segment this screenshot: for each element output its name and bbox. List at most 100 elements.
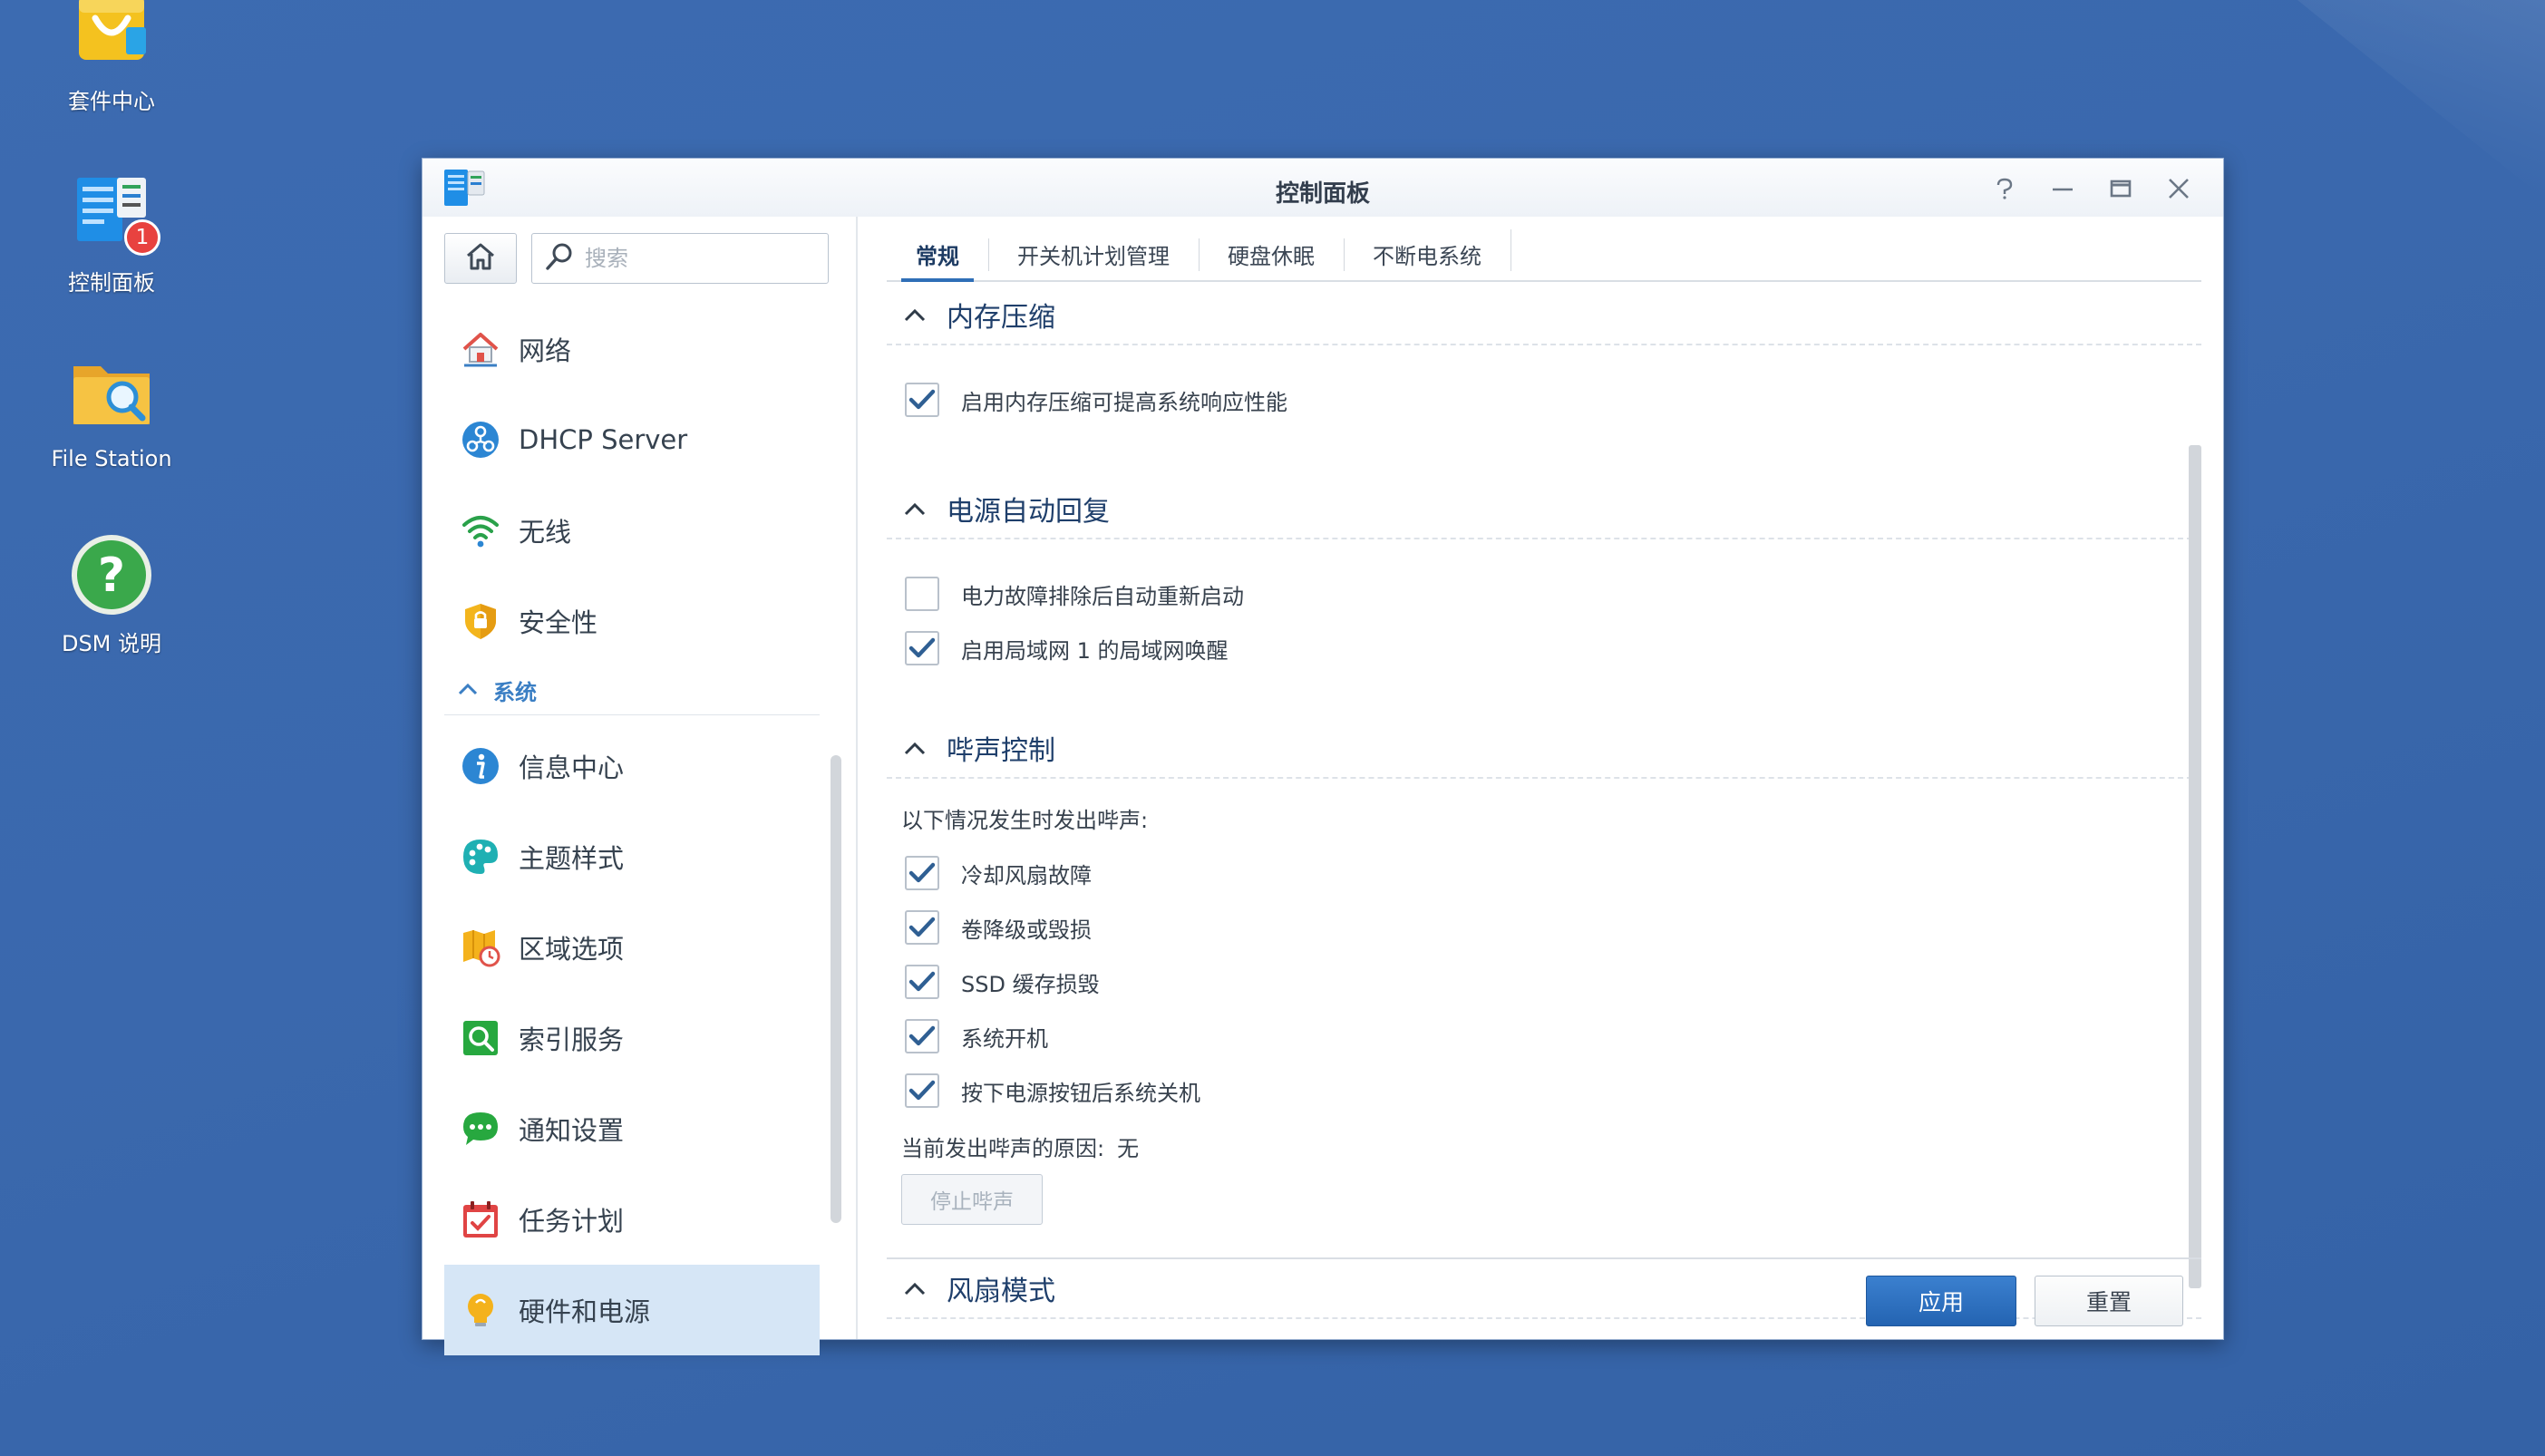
search-icon — [545, 242, 574, 275]
help-icon[interactable] — [1987, 171, 2022, 206]
stop-beep-button[interactable]: 停止哔声 — [901, 1174, 1043, 1225]
settings-content: 内存压缩 启用内存压缩可提高系统响应性能 电源自动回复 电力故障排除后自动重新启… — [887, 286, 2201, 1326]
sidebar-item-network[interactable]: 网络 — [444, 304, 820, 394]
search-input[interactable] — [585, 246, 811, 271]
checkbox-unchecked[interactable] — [905, 577, 939, 611]
sidebar-item-hardware-power[interactable]: 硬件和电源 — [444, 1265, 820, 1355]
option-auto-restart-after-power-failure[interactable]: 电力故障排除后自动重新启动 — [887, 567, 2201, 621]
checkbox-checked[interactable] — [905, 910, 939, 945]
notification-icon — [461, 1109, 500, 1149]
tab-general[interactable]: 常规 — [887, 228, 988, 282]
window-titlebar[interactable]: 控制面板 — [423, 159, 2223, 217]
main-panel: 常规 开关机计划管理 硬盘休眠 不断电系统 内存压缩 启用内存压缩可提高系统响应… — [858, 217, 2223, 1339]
search-box[interactable] — [531, 233, 829, 284]
section-header-power-recovery[interactable]: 电源自动回复 — [887, 480, 2201, 539]
beep-intro-text: 以下情况发生时发出哔声: — [901, 807, 1149, 833]
reset-button[interactable]: 重置 — [2035, 1276, 2183, 1326]
sidebar-item-label: 区域选项 — [519, 934, 625, 965]
option-label: 系统开机 — [961, 1025, 1048, 1052]
tab-bar: 常规 开关机计划管理 硬盘休眠 不断电系统 — [887, 217, 2201, 282]
option-label: 按下电源按钮后系统关机 — [961, 1080, 1200, 1106]
tab-power-schedule[interactable]: 开关机计划管理 — [988, 228, 1199, 280]
theme-palette-icon — [461, 837, 500, 877]
sidebar-item-notification[interactable]: 通知设置 — [444, 1083, 820, 1174]
apply-button[interactable]: 应用 — [1866, 1276, 2016, 1326]
option-wake-on-lan[interactable]: 启用局域网 1 的局域网唤醒 — [887, 621, 2201, 675]
chevron-up-icon — [903, 303, 927, 326]
section-title: 内存压缩 — [947, 302, 1055, 334]
beep-reason-value: 无 — [1117, 1135, 1140, 1161]
sidebar-item-label: 无线 — [519, 517, 572, 548]
chevron-up-icon — [903, 736, 927, 760]
option-label: 启用内存压缩可提高系统响应性能 — [961, 389, 1287, 415]
sidebar-item-info-center[interactable]: 信息中心 — [444, 721, 820, 811]
regional-options-icon — [461, 927, 500, 967]
desktop-icon-label: File Station — [51, 446, 172, 471]
control-panel-icon: 1 — [66, 172, 160, 259]
sidebar-item-wireless[interactable]: 无线 — [444, 485, 820, 576]
option-beep-fan-failure[interactable]: 冷却风扇故障 — [887, 846, 2201, 900]
option-memory-compression[interactable]: 启用内存压缩可提高系统响应性能 — [887, 373, 2201, 427]
sidebar: 网络 DHCP Server 无线 安全性 — [423, 217, 856, 1355]
desktop-icon-dsm-help[interactable]: ? DSM 说明 — [27, 533, 196, 657]
sidebar-item-label: DHCP Server — [519, 424, 688, 455]
section-header-memory-compression[interactable]: 内存压缩 — [887, 286, 2201, 345]
minimize-icon[interactable] — [2045, 171, 2080, 206]
checkbox-checked[interactable] — [905, 383, 939, 417]
content-scrollbar[interactable] — [2189, 445, 2201, 1288]
window-footer: 应用 重置 — [887, 1257, 2201, 1339]
chevron-up-icon — [457, 678, 479, 704]
network-icon — [461, 329, 500, 369]
window-title: 控制面板 — [1275, 180, 1370, 208]
option-beep-power-button-shutdown[interactable]: 按下电源按钮后系统关机 — [887, 1063, 2201, 1118]
maximize-icon[interactable] — [2103, 171, 2138, 206]
section-header-beep-control[interactable]: 哔声控制 — [887, 719, 2201, 779]
checkbox-checked[interactable] — [905, 856, 939, 890]
notification-badge: 1 — [124, 219, 160, 256]
option-beep-volume-degraded[interactable]: 卷降级或毁损 — [887, 900, 2201, 955]
sidebar-item-label: 信息中心 — [519, 752, 625, 783]
sidebar-item-label: 主题样式 — [519, 843, 625, 874]
option-label: 启用局域网 1 的局域网唤醒 — [961, 637, 1229, 664]
sidebar-item-label: 索引服务 — [519, 1024, 625, 1055]
section-title: 哔声控制 — [947, 735, 1055, 767]
sidebar-item-security[interactable]: 安全性 — [444, 576, 820, 666]
sidebar-section-system[interactable]: 系统 — [444, 666, 820, 715]
sidebar-item-indexing-service[interactable]: 索引服务 — [444, 993, 820, 1083]
indexing-icon — [461, 1018, 500, 1058]
beep-reason-row: 当前发出哔声的原因: 无 — [887, 1118, 2201, 1174]
checkbox-checked[interactable] — [905, 1073, 939, 1108]
sidebar-item-dhcp-server[interactable]: DHCP Server — [444, 394, 820, 485]
option-label: SSD 缓存损毁 — [961, 971, 1100, 997]
sidebar-item-task-scheduler[interactable]: 任务计划 — [444, 1174, 820, 1265]
desktop-icon-label: DSM 说明 — [61, 631, 162, 656]
info-icon — [461, 746, 500, 786]
desktop-icon-label: 套件中心 — [68, 89, 155, 114]
desktop-icon-package-center[interactable]: 套件中心 — [27, 0, 196, 115]
control-panel-window: 控制面板 搜索 网络 DHCP Server 无线 安全性 系统 信息中心 主题… — [422, 158, 2224, 1355]
task-scheduler-icon — [461, 1199, 500, 1239]
sidebar-item-regional-options[interactable]: 区域选项 — [444, 902, 820, 993]
tab-ups[interactable]: 不断电系统 — [1344, 228, 1510, 280]
checkbox-checked[interactable] — [905, 631, 939, 665]
tab-hdd-hibernation[interactable]: 硬盘休眠 — [1199, 228, 1344, 280]
chevron-up-icon — [903, 497, 927, 520]
home-button[interactable] — [444, 233, 517, 284]
option-label: 电力故障排除后自动重新启动 — [961, 583, 1244, 609]
section-title: 电源自动回复 — [947, 496, 1110, 528]
sidebar-scrollbar[interactable] — [831, 755, 841, 1223]
option-label: 冷却风扇故障 — [961, 862, 1092, 888]
desktop-icon-control-panel[interactable]: 1 控制面板 — [27, 172, 196, 296]
close-icon[interactable] — [2161, 171, 2196, 206]
sidebar-nav: 网络 DHCP Server 无线 安全性 系统 信息中心 主题样式 区域选项 … — [444, 304, 820, 1355]
desktop-icon-label: 控制面板 — [68, 270, 155, 296]
checkbox-checked[interactable] — [905, 1019, 939, 1053]
wireless-icon — [461, 510, 500, 550]
desktop-icon-file-station[interactable]: File Station — [27, 354, 196, 471]
sidebar-section-label: 系统 — [493, 680, 537, 705]
option-beep-system-startup[interactable]: 系统开机 — [887, 1009, 2201, 1063]
hardware-power-icon — [461, 1290, 500, 1330]
sidebar-item-theme[interactable]: 主题样式 — [444, 811, 820, 902]
checkbox-checked[interactable] — [905, 965, 939, 999]
option-beep-ssd-cache-crashed[interactable]: SSD 缓存损毁 — [887, 955, 2201, 1009]
